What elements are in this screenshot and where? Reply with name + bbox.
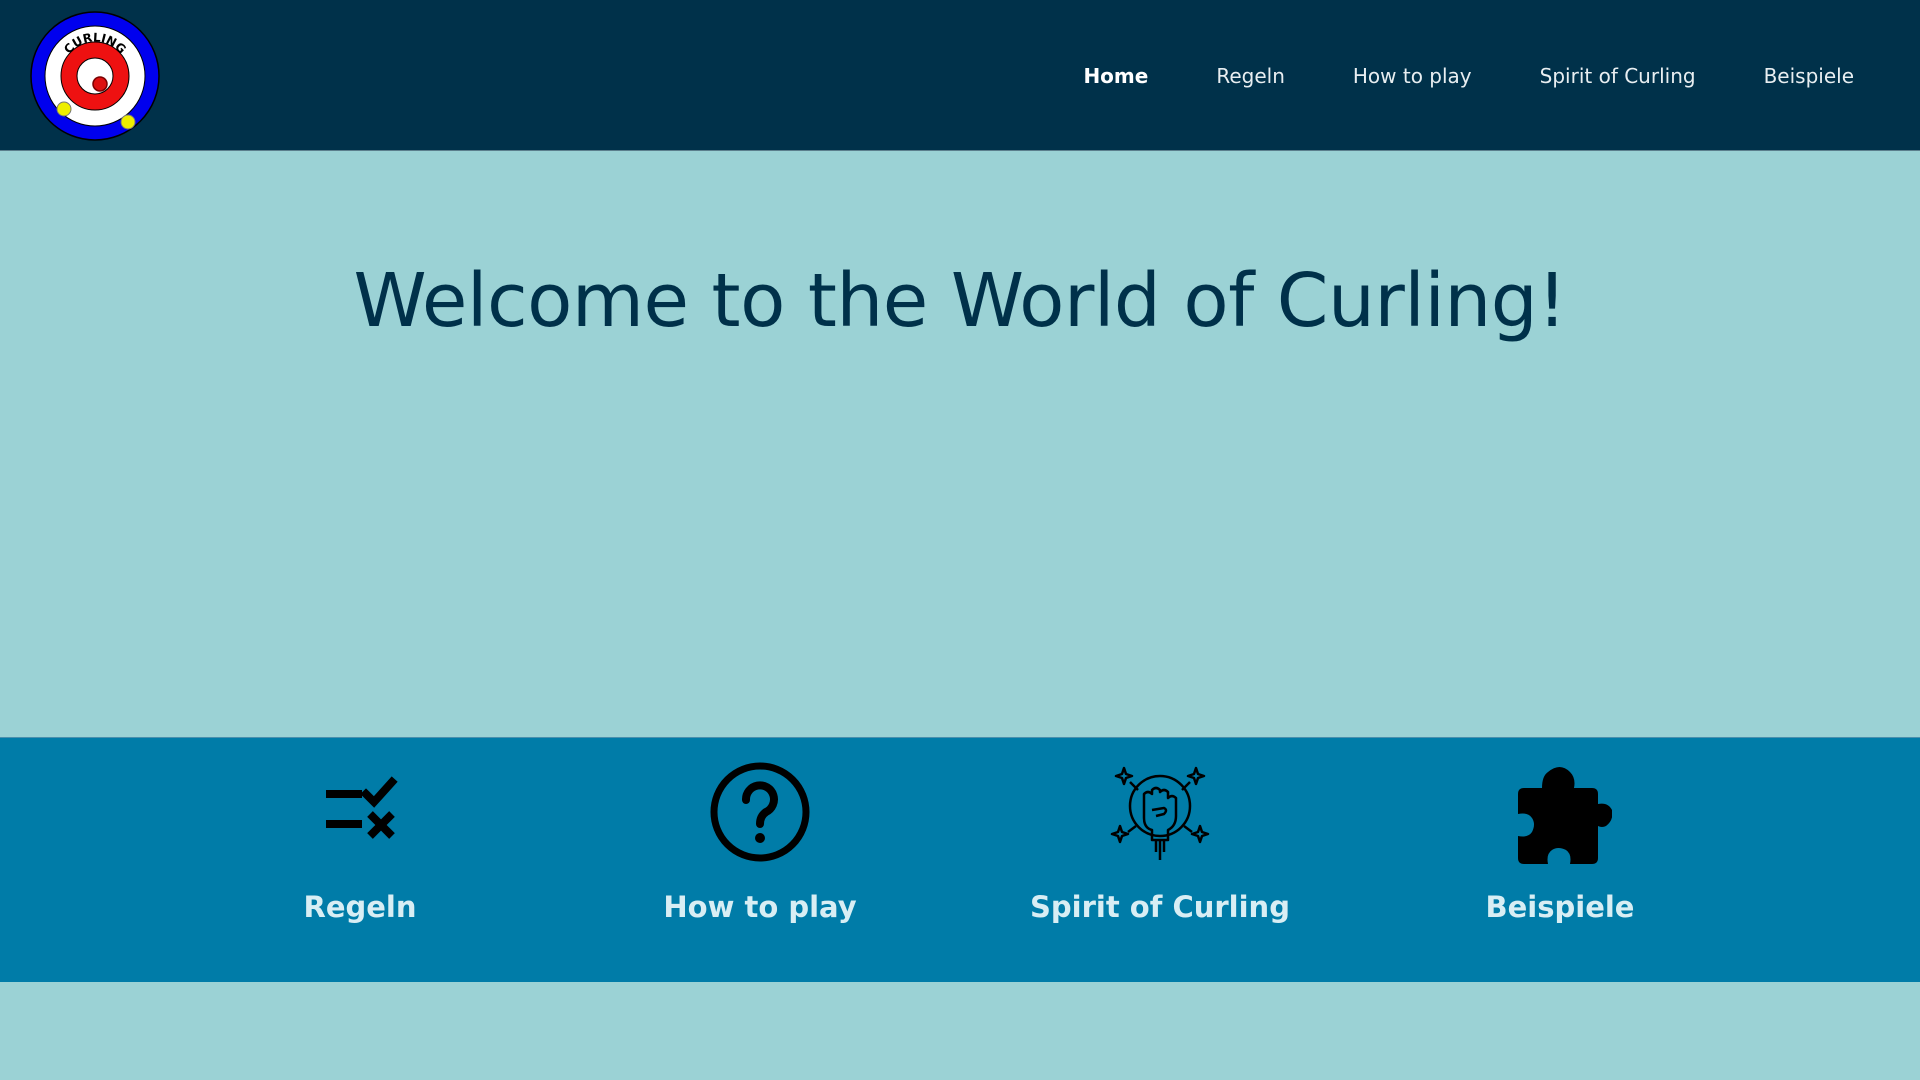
nav-beispiele[interactable]: Beispiele xyxy=(1764,64,1854,88)
top-navigation-bar: CURLING Home Regeln How to play Spirit o… xyxy=(0,0,1920,151)
feature-regeln[interactable]: Regeln xyxy=(160,738,560,983)
feature-how-to-play[interactable]: How to play xyxy=(560,738,960,983)
curling-logo[interactable]: CURLING xyxy=(29,10,161,142)
feature-label: Spirit of Curling xyxy=(1030,890,1290,924)
nav-spirit-of-curling[interactable]: Spirit of Curling xyxy=(1540,64,1696,88)
rules-check-cross-icon xyxy=(308,760,412,864)
nav-how-to-play[interactable]: How to play xyxy=(1353,64,1472,88)
feature-spirit-of-curling[interactable]: Spirit of Curling xyxy=(960,738,1360,983)
feature-label: Beispiele xyxy=(1485,890,1635,924)
page-title: Welcome to the World of Curling! xyxy=(353,258,1567,344)
nav-regeln[interactable]: Regeln xyxy=(1216,64,1285,88)
curling-house-icon: CURLING xyxy=(30,11,160,141)
raised-fist-icon xyxy=(1108,760,1212,864)
feature-label: Regeln xyxy=(303,890,417,924)
feature-label: How to play xyxy=(663,890,857,924)
question-circle-icon xyxy=(708,760,812,864)
puzzle-piece-icon xyxy=(1508,760,1612,864)
nav-home[interactable]: Home xyxy=(1083,64,1148,88)
main-nav: Home Regeln How to play Spirit of Curlin… xyxy=(1015,0,1920,151)
feature-beispiele[interactable]: Beispiele xyxy=(1360,738,1760,983)
feature-links: Regeln How to play Spirit of Curling Bei… xyxy=(0,737,1920,982)
